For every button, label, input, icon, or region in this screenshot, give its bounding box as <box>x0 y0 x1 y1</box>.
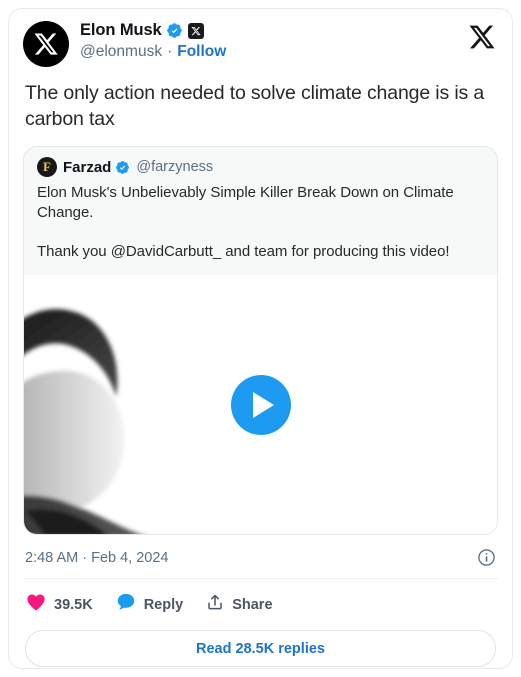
quoted-text-line-1: Elon Musk's Unbelievably Simple Killer B… <box>37 184 454 221</box>
author-name-row: Elon Musk <box>80 22 226 39</box>
info-circle-icon[interactable] <box>477 548 496 567</box>
tweet-header: Elon Musk @elonmusk · Follow <box>9 9 512 67</box>
author-names: Elon Musk @elonmusk · Follow <box>80 21 226 60</box>
tweet-card: Elon Musk @elonmusk · Follow The only ac… <box>8 8 513 669</box>
share-button[interactable]: Share <box>205 592 273 617</box>
quoted-author-name: Farzad <box>63 158 112 176</box>
like-button[interactable]: 39.5K <box>25 591 93 618</box>
read-replies-button[interactable]: Read 28.5K replies <box>25 630 496 667</box>
video-person-silhouette <box>24 309 140 534</box>
reply-button[interactable]: Reply <box>115 591 184 618</box>
handle-separator: · <box>167 43 173 60</box>
x-square-badge-icon <box>187 22 204 39</box>
author-handle[interactable]: @elonmusk <box>80 44 162 60</box>
x-logo-icon[interactable] <box>468 23 496 51</box>
tweet-timestamp: 2:48 AM · Feb 4, 2024 <box>25 549 169 566</box>
verified-badge-icon <box>115 160 130 175</box>
share-upload-icon <box>205 592 225 617</box>
verified-badge-icon <box>166 22 183 39</box>
play-button-icon[interactable] <box>230 374 291 435</box>
reply-label: Reply <box>143 596 184 613</box>
quoted-video-thumbnail[interactable] <box>24 275 497 534</box>
quoted-author-row: F Farzad @farzyness <box>37 157 484 177</box>
play-triangle <box>252 391 274 418</box>
quoted-author-avatar[interactable]: F <box>37 157 57 177</box>
x-logo-avatar-icon <box>33 31 59 57</box>
share-label: Share <box>232 596 273 613</box>
author-avatar[interactable] <box>23 21 69 67</box>
follow-button[interactable]: Follow <box>177 44 226 60</box>
quoted-text-line-2: Thank you @DavidCarbutt_ and team for pr… <box>37 243 450 260</box>
heart-icon <box>25 591 47 618</box>
quoted-tweet-body: F Farzad @farzyness Elon Musk's Unbeliev… <box>24 147 497 275</box>
author-handle-row: @elonmusk · Follow <box>80 44 226 60</box>
reply-bubble-icon <box>115 591 137 618</box>
tweet-actions-row: 39.5K Reply Share <box>9 579 512 628</box>
tweet-meta-row: 2:48 AM · Feb 4, 2024 <box>9 535 512 578</box>
like-count: 39.5K <box>54 596 93 613</box>
quoted-tweet-text: Elon Musk's Unbelievably Simple Killer B… <box>37 183 484 262</box>
quoted-tweet-card[interactable]: F Farzad @farzyness Elon Musk's Unbeliev… <box>23 146 498 535</box>
quoted-author-handle[interactable]: @farzyness <box>136 159 213 175</box>
tweet-text: The only action needed to solve climate … <box>25 82 485 130</box>
author-display-name: Elon Musk <box>80 21 162 40</box>
